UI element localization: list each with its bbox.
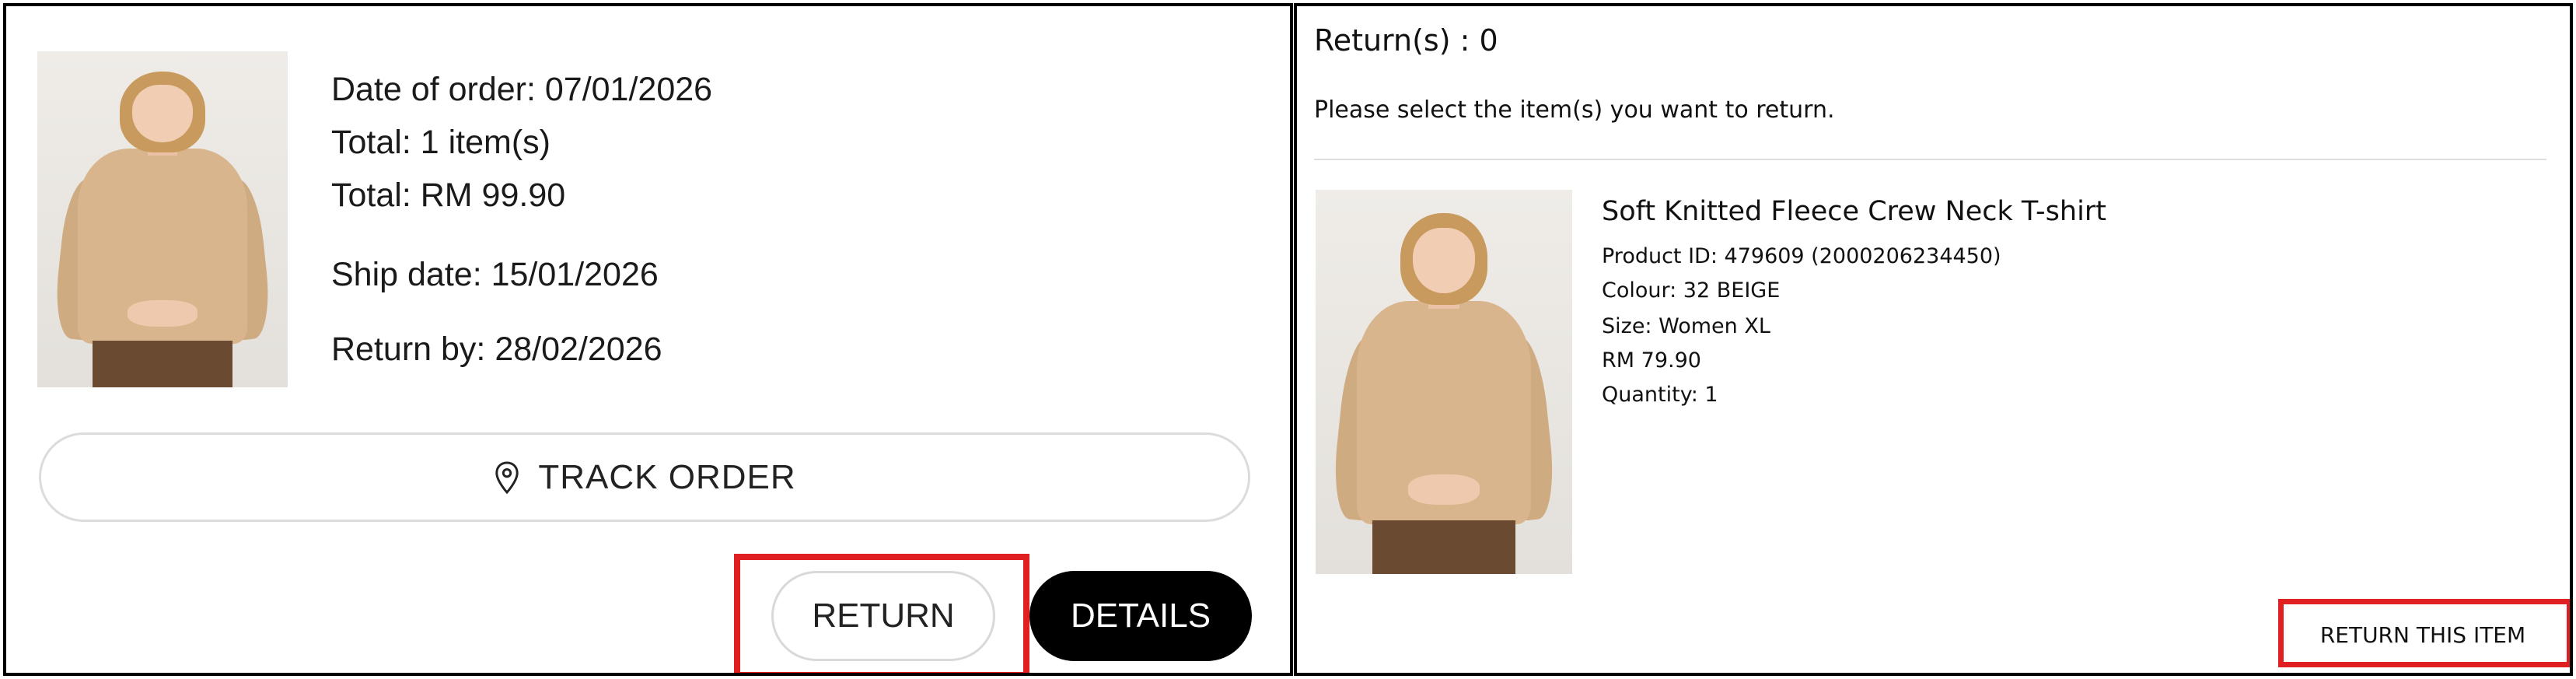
order-total-items: Total: 1 item(s) — [331, 124, 551, 161]
item-name: Soft Knitted Fleece Crew Neck T-shirt — [1602, 196, 2106, 227]
details-button[interactable]: DETAILS — [1029, 571, 1252, 661]
return-item-thumbnail — [1316, 190, 1572, 574]
divider — [1314, 159, 2546, 160]
item-size: Size: Women XL — [1602, 314, 1770, 338]
screenshot-stage: Date of order: 07/01/2026 Total: 1 item(… — [0, 0, 2576, 679]
returns-count: Return(s) : 0 — [1314, 23, 1498, 58]
order-date: Date of order: 07/01/2026 — [331, 71, 713, 108]
return-button[interactable]: RETURN — [771, 571, 995, 661]
track-order-button[interactable]: TRACK ORDER — [39, 432, 1250, 522]
item-price: RM 79.90 — [1602, 348, 1701, 373]
return-this-item-button[interactable]: RETURN THIS ITEM — [2291, 604, 2555, 666]
ship-date: Ship date: 15/01/2026 — [331, 256, 659, 293]
location-pin-icon — [495, 460, 519, 494]
order-total-amount: Total: RM 99.90 — [331, 177, 566, 214]
return-by-date: Return by: 28/02/2026 — [331, 331, 662, 368]
return-instruction: Please select the item(s) you want to re… — [1314, 96, 1835, 124]
product-thumbnail — [37, 51, 288, 387]
item-product-id: Product ID: 479609 (2000206234450) — [1602, 244, 2001, 268]
item-colour: Colour: 32 BEIGE — [1602, 278, 1781, 303]
item-quantity: Quantity: 1 — [1602, 383, 1718, 407]
return-selection-panel: Return(s) : 0 Please select the item(s) … — [1294, 3, 2573, 676]
order-card: Date of order: 07/01/2026 Total: 1 item(… — [3, 3, 1293, 676]
track-order-label: TRACK ORDER — [538, 457, 796, 496]
